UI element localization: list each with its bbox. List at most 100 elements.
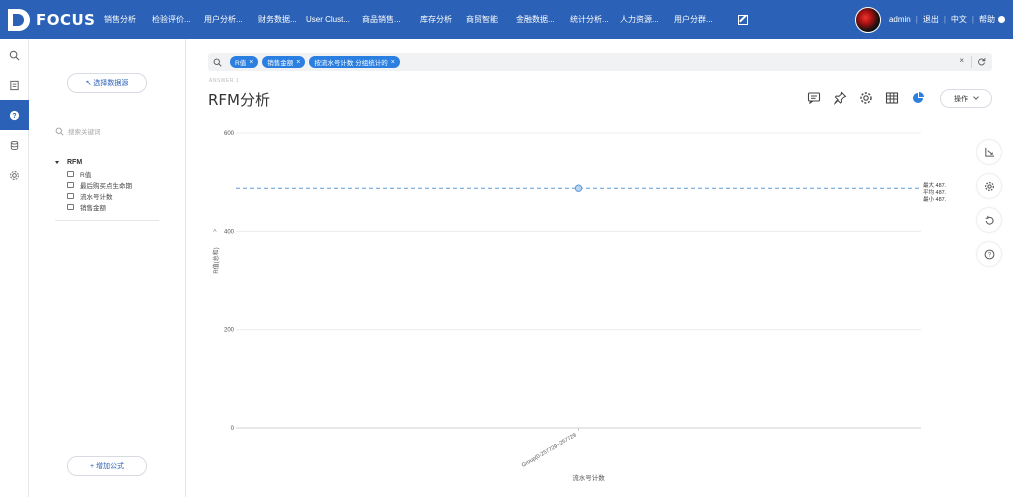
y-tick-label: 200 bbox=[224, 328, 235, 334]
tree-item[interactable]: R值 bbox=[55, 168, 159, 179]
add-formula-button[interactable]: + 增加公式 bbox=[67, 456, 147, 476]
close-icon[interactable]: × bbox=[296, 59, 300, 66]
close-icon[interactable]: × bbox=[391, 59, 395, 66]
chart-area: 0 200 400 600 R值(总和) > Group(0-257729~257729 流水… bbox=[186, 124, 952, 497]
side-tools: ? bbox=[977, 140, 1001, 276]
refresh-icon[interactable] bbox=[977, 57, 986, 66]
operate-dropdown[interactable]: 操作 bbox=[940, 89, 992, 108]
nav-item[interactable]: 检验评价... bbox=[152, 0, 204, 39]
refresh-icon bbox=[985, 215, 994, 225]
bookmark-icon bbox=[10, 80, 19, 90]
tree-item-label: 最后购买点生命期 bbox=[80, 182, 132, 190]
nav-item[interactable]: 库存分析 bbox=[420, 0, 466, 39]
axis-button[interactable] bbox=[977, 140, 1001, 164]
top-navbar: FOCUS 销售分析 检验评价... 用户分析... 财务数据... User Clus… bbox=[0, 0, 1013, 39]
nav-item[interactable]: 销售分析 bbox=[104, 0, 152, 39]
search-filter-bar[interactable]: R值 × 销售金额 × 按流水号计数 分组统计的 × × bbox=[208, 53, 992, 71]
comment-icon[interactable] bbox=[807, 91, 821, 105]
tree-root-rfm[interactable]: RFM bbox=[55, 156, 159, 168]
field-icon bbox=[67, 170, 74, 177]
search-icon bbox=[9, 50, 20, 60]
logout-link[interactable]: 退出 bbox=[923, 14, 939, 25]
gear-icon bbox=[984, 181, 994, 191]
rail-database-button[interactable] bbox=[0, 130, 29, 160]
svg-text:?: ? bbox=[987, 252, 991, 258]
nav-item[interactable]: 人力资源... bbox=[620, 0, 674, 39]
logo-mark-icon bbox=[8, 8, 30, 31]
chart-settings-button[interactable] bbox=[977, 174, 1001, 198]
nav-item[interactable]: 商贸智能 bbox=[466, 0, 516, 39]
field-tree: RFM R值最后购买点生命期 流水号计数销售金额 bbox=[55, 156, 159, 221]
brand-logo[interactable]: FOCUS bbox=[0, 0, 100, 39]
chevron-down-icon bbox=[973, 94, 979, 100]
tree-root-label: RFM bbox=[67, 158, 83, 166]
line-chart: 0 200 400 600 R值(总和) > Group(0-257729~257729 流水… bbox=[212, 131, 952, 482]
help-icon: ? bbox=[984, 249, 994, 259]
rail-question-button[interactable]: ? bbox=[0, 100, 29, 130]
nav-item[interactable]: 用户分析... bbox=[204, 0, 258, 39]
tree-item-label: 销售金额 bbox=[80, 204, 106, 212]
answer-tag: ANSWER 1 bbox=[209, 78, 240, 84]
svg-text:?: ? bbox=[12, 112, 16, 119]
avg-annotation: 平均 487.68 bbox=[923, 188, 946, 196]
filter-chip-label: R值 bbox=[235, 60, 247, 67]
divider: | bbox=[971, 15, 974, 24]
filter-chip-label: 销售金额 bbox=[267, 60, 294, 67]
divider: | bbox=[943, 15, 946, 24]
nav-item[interactable]: 统计分析... bbox=[570, 0, 620, 39]
help-button[interactable]: ? bbox=[977, 242, 1001, 266]
tree-item[interactable]: 流水号计数 bbox=[55, 190, 159, 201]
axis-icon bbox=[984, 147, 994, 157]
field-icon bbox=[67, 203, 74, 210]
nav-item[interactable]: User Clust... bbox=[306, 0, 362, 39]
nav-item[interactable]: 用户分群... bbox=[674, 0, 726, 39]
keyword-search[interactable]: 搜索关键词 bbox=[55, 124, 159, 138]
keyword-search-placeholder: 搜索关键词 bbox=[68, 129, 101, 136]
tree-item[interactable]: 销售金额 bbox=[55, 201, 159, 212]
field-icon bbox=[67, 192, 74, 199]
field-icon bbox=[67, 181, 74, 188]
edit-icon[interactable] bbox=[738, 14, 748, 25]
pie-chart-icon[interactable] bbox=[911, 91, 925, 105]
y-axis-label: R值(总和) bbox=[212, 247, 220, 273]
search-icon bbox=[55, 127, 64, 136]
rail-search-button[interactable] bbox=[0, 40, 29, 70]
table-icon[interactable] bbox=[885, 91, 899, 105]
pin-icon[interactable] bbox=[833, 91, 847, 105]
rail-settings-button[interactable] bbox=[0, 160, 29, 190]
operate-label: 操作 bbox=[954, 95, 968, 103]
filter-chip[interactable]: R值 × bbox=[230, 56, 259, 68]
y-tick-label: 400 bbox=[224, 229, 235, 235]
username[interactable]: admin bbox=[889, 15, 911, 24]
reset-button[interactable] bbox=[977, 208, 1001, 232]
help-link[interactable]: 帮助 bbox=[979, 14, 995, 25]
filter-chip[interactable]: 销售金额 × bbox=[262, 56, 306, 68]
nav-item[interactable]: 财务数据... bbox=[258, 0, 306, 39]
min-annotation: 最小 487.68 bbox=[923, 195, 946, 203]
nav-item[interactable]: 商品销售... bbox=[362, 0, 420, 39]
select-datasource-button[interactable]: ↖ 选择数据源 bbox=[67, 73, 147, 93]
rail-bookmark-button[interactable] bbox=[0, 70, 29, 100]
divider: | bbox=[915, 15, 918, 24]
avatar[interactable] bbox=[854, 6, 881, 33]
database-icon bbox=[10, 140, 19, 150]
max-annotation: 最大 487.68 bbox=[923, 181, 946, 189]
search-icon bbox=[213, 58, 222, 67]
x-tick-label: Group(0-257729~257729 bbox=[521, 433, 578, 469]
question-icon: ? bbox=[9, 110, 20, 120]
x-axis-label: 流水号计数 bbox=[572, 473, 605, 482]
filter-chip[interactable]: 按流水号计数 分组统计的 × bbox=[309, 56, 400, 68]
divider bbox=[971, 56, 972, 68]
language-link[interactable]: 中文 bbox=[951, 14, 967, 25]
filter-chip-label: 按流水号计数 分组统计的 bbox=[314, 60, 388, 67]
tree-item[interactable]: 最后购买点生命期 bbox=[55, 179, 159, 190]
clear-filter-button[interactable]: × bbox=[959, 56, 964, 65]
settings-icon[interactable] bbox=[859, 91, 873, 105]
brand-name: FOCUS bbox=[36, 10, 96, 29]
tree-item-label: 流水号计数 bbox=[80, 193, 113, 201]
close-icon[interactable]: × bbox=[249, 59, 253, 66]
y-tick-label: 600 bbox=[224, 131, 235, 137]
nav-item[interactable]: 金融数据... bbox=[516, 0, 570, 39]
data-panel: ↖ 选择数据源 搜索关键词 RFM R值最后购买点生命期 流水号计数销售金额 + … bbox=[29, 39, 186, 497]
icon-rail: ? bbox=[0, 39, 29, 497]
